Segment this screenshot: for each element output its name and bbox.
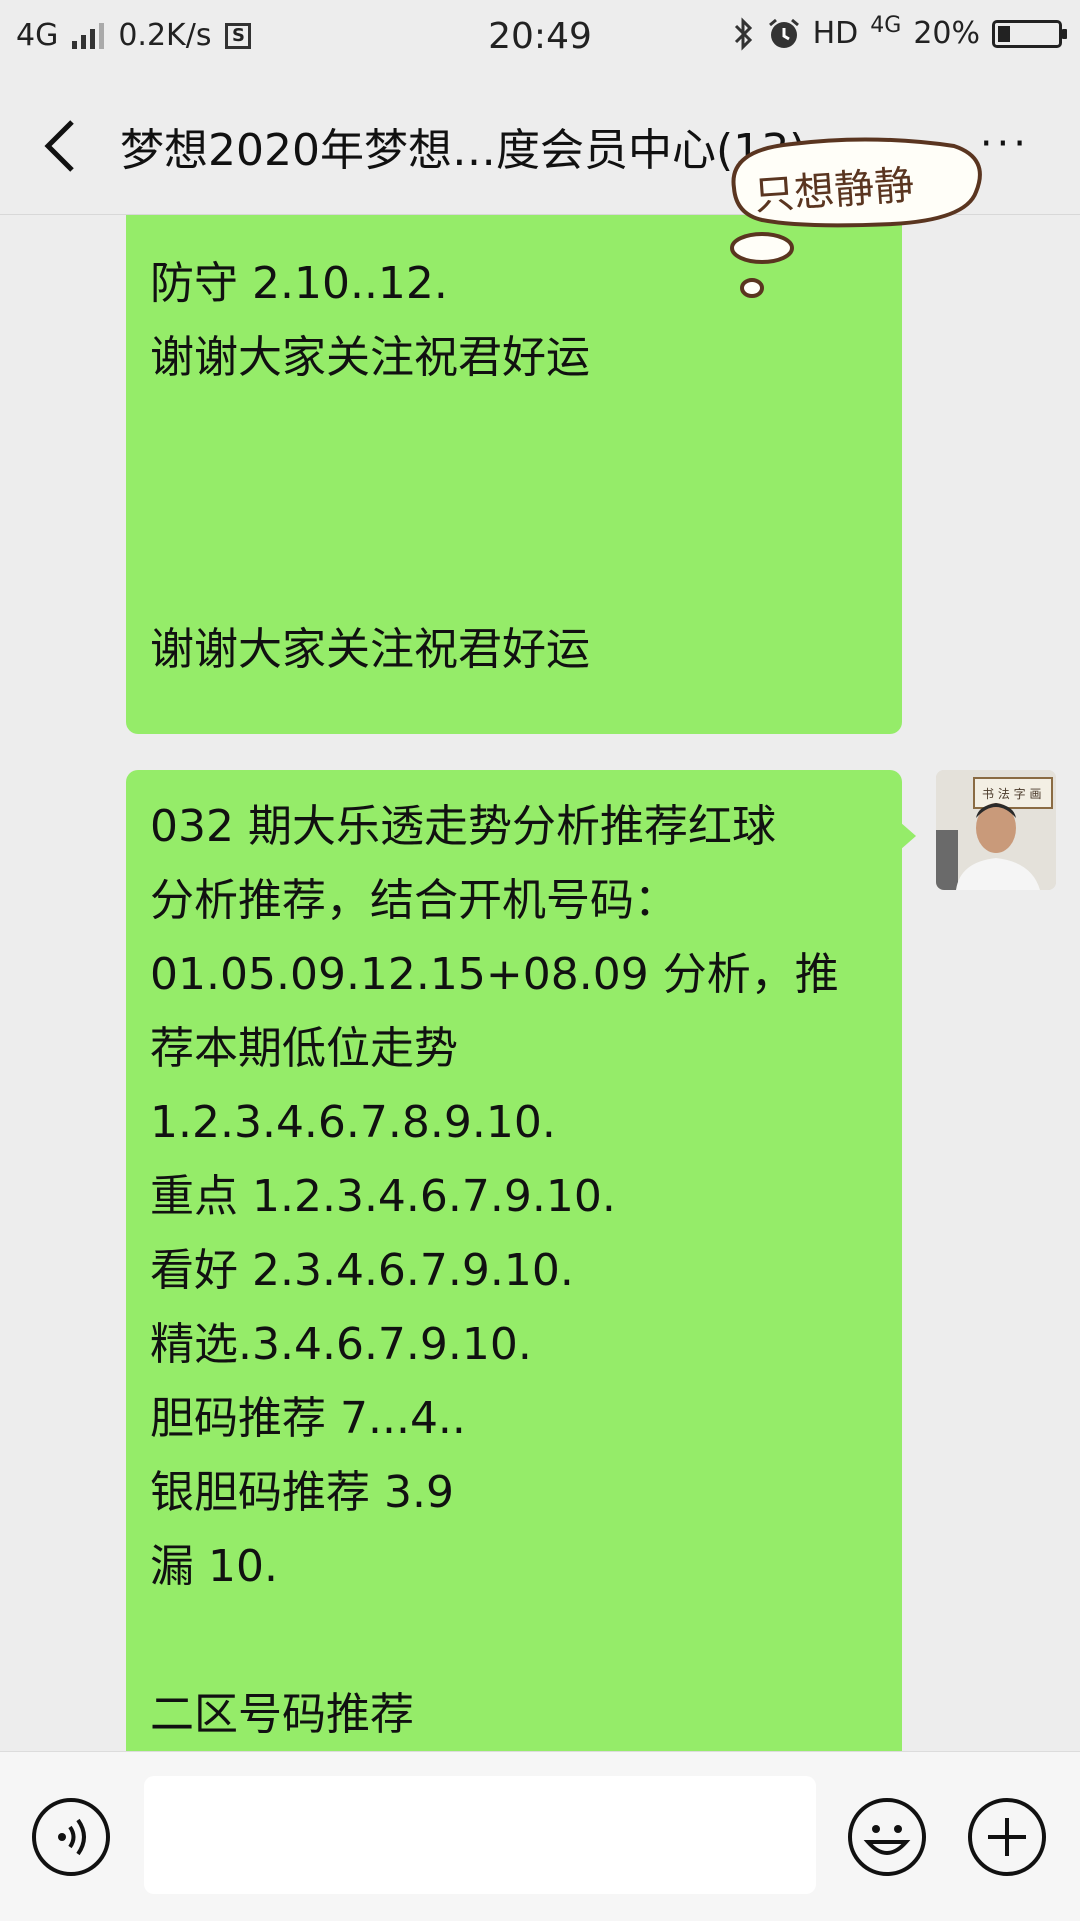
message-line: 荐本期低位走势: [150, 1023, 458, 1074]
message-line: 032 期大乐透走势分析推荐红球: [150, 801, 776, 852]
message-line: 重点 1.2.3.4.6.7.9.10.: [150, 1171, 616, 1222]
message-line: 看好 2.3.4.6.7.9.10.: [150, 1245, 574, 1296]
message-line: 分析推荐，结合开机号码：: [150, 875, 678, 926]
input-bar: [0, 1751, 1080, 1921]
sticker-text: 只想静静: [752, 162, 916, 220]
message-line: 谢谢大家关注祝君好运: [150, 624, 590, 675]
bluetooth-icon: [734, 16, 752, 51]
voice-icon[interactable]: [30, 1796, 112, 1878]
alarm-icon: [768, 18, 799, 48]
message-line: 二区号码推荐: [150, 1689, 414, 1740]
plus-icon[interactable]: [966, 1796, 1048, 1878]
hd-label: HD: [812, 16, 859, 51]
svg-text:书 法 字 画: 书 法 字 画: [982, 786, 1041, 801]
message-line: 胆码推荐 7...4..: [150, 1393, 466, 1444]
chat-messages[interactable]: 防守 2.10..12. 谢谢大家关注祝君好运 谢谢大家关注祝君好运 032 期…: [0, 215, 1080, 1751]
message-bubble[interactable]: 032 期大乐透走势分析推荐红球 分析推荐，结合开机号码： 01.05.09.1…: [126, 770, 916, 1751]
avatar[interactable]: 书 法 字 画: [936, 770, 1056, 890]
message-line: 漏 10.: [150, 1541, 278, 1592]
battery-fill: [998, 25, 1010, 42]
message-line: 精选.3.4.6.7.9.10.: [150, 1319, 532, 1370]
status-right: HD 4G 20%: [733, 13, 1067, 51]
message-line: 1.2.3.4.6.7.8.9.10.: [150, 1097, 556, 1148]
status-bar: 4G 0.2K/s S 20:49 HD 4G 20%: [0, 0, 1080, 76]
bubble-tail: [900, 822, 916, 850]
back-arrow-icon[interactable]: [38, 116, 86, 176]
emoji-icon[interactable]: [846, 1796, 928, 1878]
sticker[interactable]: 只想静静: [722, 128, 990, 308]
message-line: [150, 1604, 878, 1678]
avatar-photo: 书 法 字 画: [936, 770, 1056, 890]
battery-percent: 20%: [913, 16, 980, 51]
battery-icon: [992, 19, 1067, 48]
message-line: 银胆码推荐 3.9: [150, 1467, 454, 1518]
message-line: 谢谢大家关注祝君好运: [150, 332, 590, 383]
message-input[interactable]: [144, 1776, 816, 1894]
network-type-right: 4G: [870, 13, 902, 38]
message-line: 01.05.09.12.15+08.09 分析，推: [150, 949, 839, 1000]
